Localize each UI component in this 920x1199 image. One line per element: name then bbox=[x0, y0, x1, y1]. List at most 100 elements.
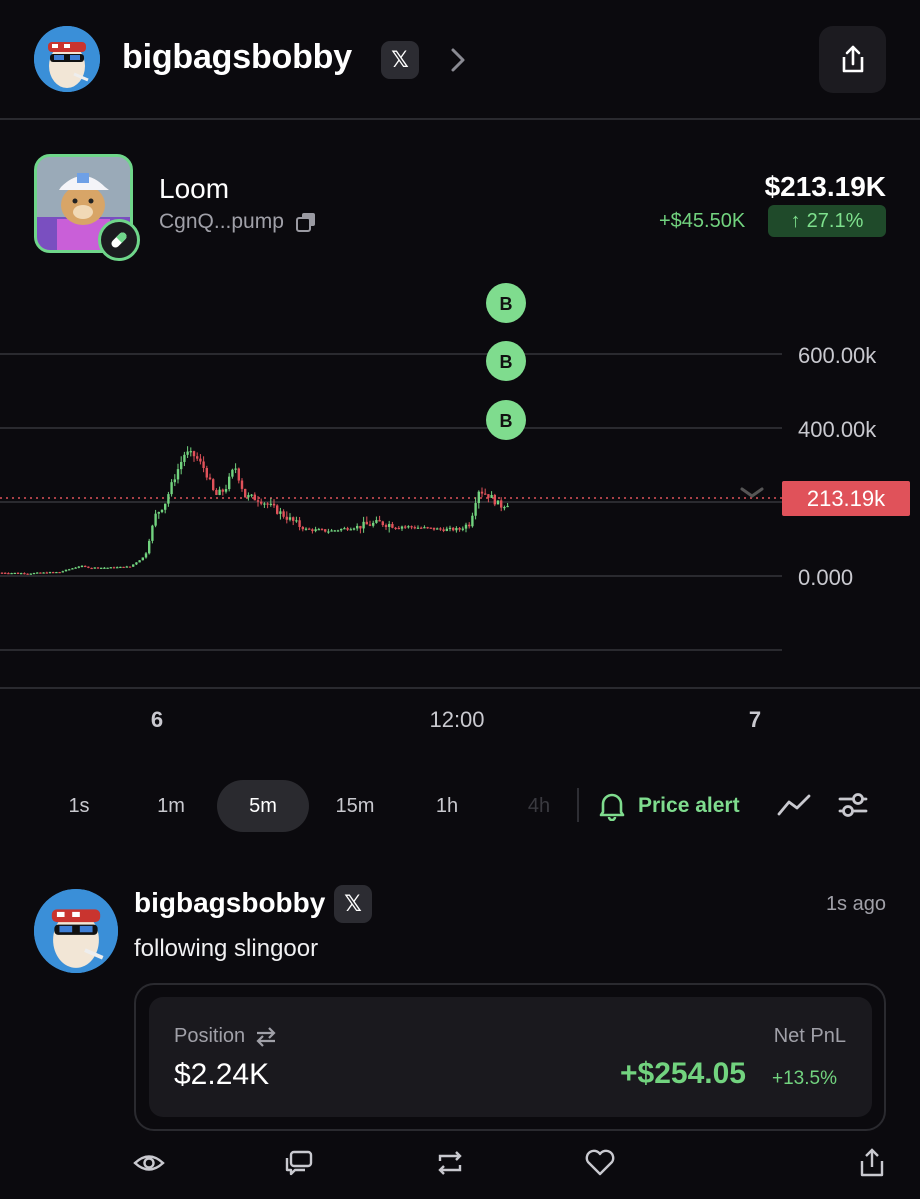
candle bbox=[503, 507, 506, 509]
post-avatar[interactable] bbox=[34, 889, 118, 973]
candle bbox=[119, 566, 122, 569]
candle bbox=[288, 517, 292, 520]
timeframe-1s[interactable]: 1s bbox=[50, 780, 108, 832]
candle bbox=[52, 572, 55, 574]
candle bbox=[103, 567, 106, 569]
swap-icon[interactable] bbox=[255, 1026, 277, 1047]
candle bbox=[314, 529, 317, 532]
candle bbox=[128, 566, 132, 568]
username[interactable]: bigbagsbobby bbox=[122, 38, 352, 77]
candle bbox=[151, 525, 154, 541]
candle bbox=[237, 468, 240, 481]
share-button[interactable] bbox=[819, 26, 886, 93]
candle bbox=[0, 572, 4, 574]
candle bbox=[420, 527, 423, 529]
candle bbox=[109, 567, 112, 569]
candle bbox=[442, 529, 445, 531]
candles-group bbox=[0, 446, 509, 575]
pnl-value: +$254.05 bbox=[620, 1057, 746, 1090]
header: bigbagsbobby 𝕏 bbox=[0, 0, 920, 120]
candle bbox=[413, 527, 416, 529]
candle bbox=[100, 567, 103, 569]
candle bbox=[196, 456, 199, 459]
candle bbox=[429, 527, 432, 529]
candle bbox=[423, 527, 426, 529]
candle bbox=[45, 572, 48, 574]
candle bbox=[10, 573, 13, 575]
candle bbox=[282, 511, 285, 517]
line-chart-icon[interactable] bbox=[777, 790, 811, 820]
repost-icon[interactable] bbox=[434, 1147, 466, 1179]
candle bbox=[215, 489, 218, 495]
candle bbox=[32, 572, 36, 575]
timeframe-1m[interactable]: 1m bbox=[142, 780, 200, 832]
candle bbox=[356, 525, 359, 529]
timeframe-4h[interactable]: 4h bbox=[510, 780, 568, 832]
post-text: following slingoor bbox=[134, 935, 319, 962]
candle bbox=[388, 524, 391, 527]
candle bbox=[39, 572, 42, 574]
price-alert-button[interactable]: Price alert bbox=[598, 788, 740, 824]
eye-icon[interactable] bbox=[133, 1147, 165, 1179]
candle bbox=[477, 491, 480, 504]
copy-icon[interactable] bbox=[295, 211, 317, 233]
heart-icon[interactable] bbox=[584, 1147, 616, 1179]
candle bbox=[349, 529, 352, 531]
candle bbox=[80, 565, 84, 568]
candle bbox=[384, 525, 388, 527]
position-panel bbox=[149, 997, 872, 1117]
candle bbox=[112, 567, 116, 569]
share-icon[interactable] bbox=[856, 1147, 888, 1179]
position-label-row: Position bbox=[174, 1025, 277, 1048]
candle bbox=[77, 566, 80, 568]
y-tick-label: 600.00k bbox=[798, 343, 877, 368]
buy-marker[interactable]: B bbox=[486, 283, 526, 323]
candle bbox=[55, 572, 58, 574]
candle bbox=[135, 562, 138, 565]
candle bbox=[7, 573, 10, 575]
post-username[interactable]: bigbagsbobby bbox=[134, 887, 325, 919]
buy-marker[interactable]: B bbox=[486, 400, 526, 440]
x-icon[interactable]: 𝕏 bbox=[381, 41, 419, 79]
buy-marker[interactable]: B bbox=[486, 341, 526, 381]
comment-icon[interactable] bbox=[283, 1147, 315, 1179]
candle bbox=[301, 526, 304, 530]
candle bbox=[244, 488, 247, 498]
candle bbox=[74, 567, 77, 569]
candle bbox=[343, 528, 346, 530]
candle bbox=[263, 503, 266, 505]
candle bbox=[84, 565, 87, 568]
candle bbox=[404, 526, 407, 528]
candle bbox=[394, 527, 397, 529]
candle bbox=[183, 454, 186, 462]
token-name[interactable]: Loom bbox=[159, 173, 229, 205]
candle bbox=[439, 528, 442, 530]
token-address[interactable]: CgnQ...pump bbox=[159, 210, 284, 234]
candle bbox=[464, 524, 468, 529]
candle bbox=[493, 494, 496, 505]
x-icon[interactable]: 𝕏 bbox=[334, 885, 372, 923]
chevron-down-icon[interactable] bbox=[740, 487, 764, 498]
user-avatar[interactable] bbox=[34, 26, 100, 92]
candle bbox=[375, 520, 378, 523]
timeframe-1h[interactable]: 1h bbox=[418, 780, 476, 832]
price-chart[interactable]: 600.00k 400.00k 0.000 213.19k B B B 6 12… bbox=[0, 270, 920, 740]
position-value: $2.24K bbox=[174, 1058, 270, 1091]
candle bbox=[199, 458, 202, 462]
candle bbox=[221, 489, 224, 492]
timeframe-15m[interactable]: 15m bbox=[322, 780, 388, 832]
candle bbox=[228, 476, 231, 490]
candle bbox=[157, 512, 160, 514]
candle bbox=[202, 461, 205, 468]
sliders-icon[interactable] bbox=[837, 788, 869, 822]
candle bbox=[154, 513, 157, 526]
change-absolute: +$45.50K bbox=[659, 210, 746, 232]
candle bbox=[173, 479, 176, 483]
candle bbox=[231, 469, 234, 477]
candle bbox=[295, 520, 298, 522]
candle bbox=[205, 467, 208, 478]
chevron-right-icon[interactable] bbox=[444, 44, 472, 76]
candle bbox=[308, 528, 311, 530]
candle bbox=[125, 566, 128, 568]
timeframe-5m[interactable]: 5m bbox=[217, 780, 309, 832]
